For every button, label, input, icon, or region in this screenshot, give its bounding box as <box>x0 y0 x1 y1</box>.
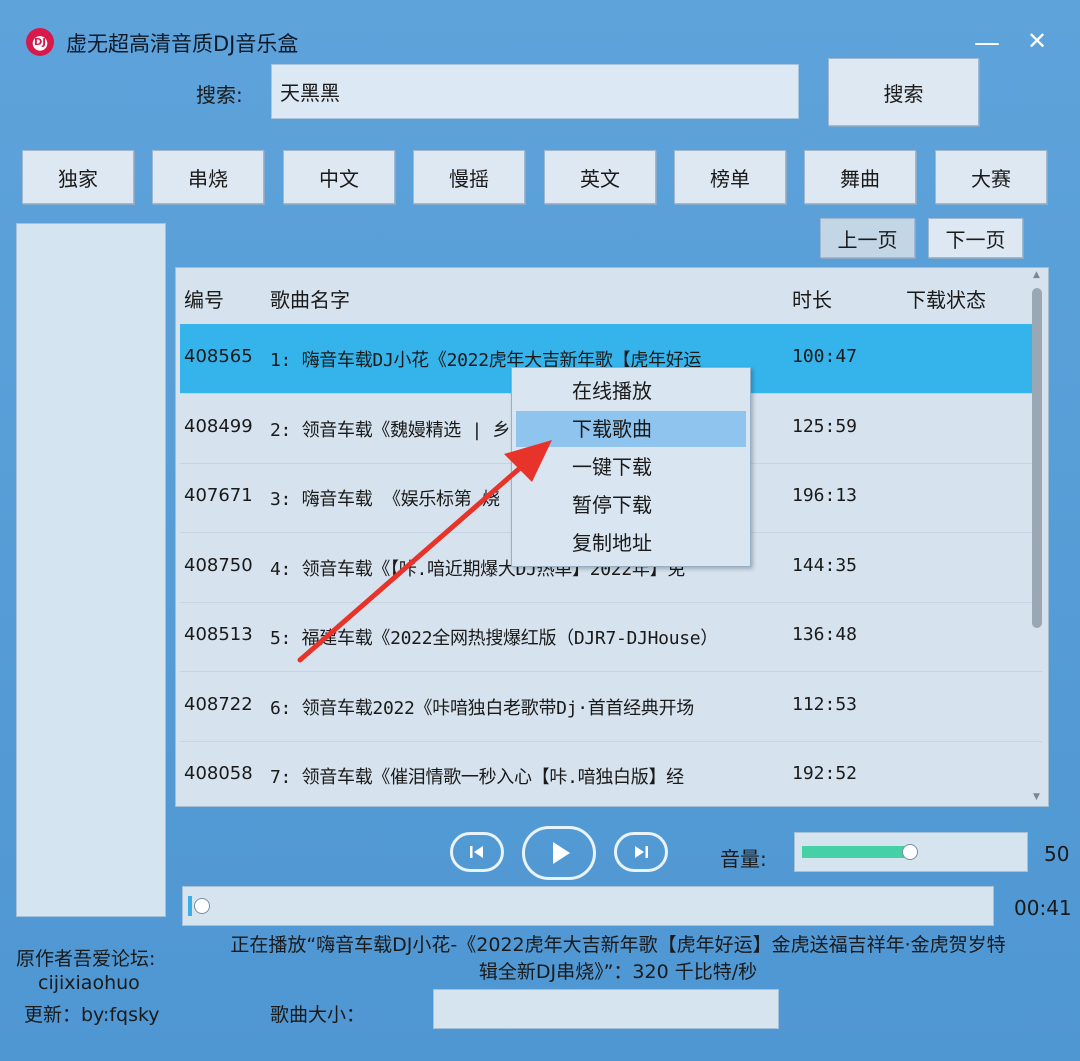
context-menu: 在线播放 下载歌曲 一键下载 暂停下载 复制地址 <box>511 367 751 567</box>
menu-item-play-online[interactable]: 在线播放 <box>516 373 746 409</box>
side-list-panel[interactable] <box>16 223 166 917</box>
row-id: 408722 <box>184 694 253 715</box>
search-label: 搜索: <box>196 83 243 107</box>
progress-fill <box>188 896 192 916</box>
volume-knob[interactable] <box>902 844 918 860</box>
next-track-button[interactable] <box>614 832 668 872</box>
category-button-dance[interactable]: 舞曲 <box>804 150 916 204</box>
table-row[interactable]: 408058 7: 领音车载《催泪情歌一秒入心【咔.喑独白版】经 192:52 <box>180 741 1042 806</box>
search-input[interactable] <box>271 64 799 119</box>
app-logo: DJ <box>26 28 54 56</box>
next-page-button[interactable]: 下一页 <box>928 218 1023 258</box>
row-name: 5: 福建车载《2022全网热搜爆红版（DJR7-DJHouse） <box>270 628 719 649</box>
category-button-chinese[interactable]: 中文 <box>283 150 395 204</box>
row-id: 408750 <box>184 555 253 576</box>
menu-item-copy-address[interactable]: 复制地址 <box>516 525 746 561</box>
header-duration[interactable]: 时长 <box>792 284 832 313</box>
volume-value: 50 <box>1044 842 1070 866</box>
elapsed-time: 00:41 <box>1014 896 1072 920</box>
window-title: 虚无超高清音质DJ音乐盒 <box>66 32 299 56</box>
category-button-charts[interactable]: 榜单 <box>674 150 786 204</box>
row-duration: 136:48 <box>792 624 858 645</box>
author-credit: 原作者吾爱论坛: <box>16 948 156 970</box>
row-id: 408499 <box>184 416 253 437</box>
row-id: 407671 <box>184 485 253 506</box>
menu-item-pause-download[interactable]: 暂停下载 <box>516 487 746 523</box>
header-status[interactable]: 下载状态 <box>906 284 986 313</box>
prev-page-button[interactable]: 上一页 <box>820 218 915 258</box>
now-playing-text: 正在播放“嗨音车载DJ小花-《2022虎年大吉新年歌【虎年好运】金虎送福吉祥年·… <box>168 932 1068 986</box>
volume-label: 音量: <box>720 847 767 871</box>
author-name: cijixiaohuo <box>38 972 140 994</box>
category-button-english[interactable]: 英文 <box>544 150 656 204</box>
now-playing-line-1: 正在播放“嗨音车载DJ小花-《2022虎年大吉新年歌【虎年好运】金虎送福吉祥年·… <box>230 934 1006 956</box>
menu-item-one-click-download[interactable]: 一键下载 <box>516 449 746 485</box>
minimize-button[interactable]: — <box>972 30 1002 56</box>
previous-track-button[interactable] <box>450 832 504 872</box>
progress-bar[interactable] <box>182 886 994 926</box>
scroll-up-icon[interactable]: ▲ <box>1033 270 1040 280</box>
category-button-contest[interactable]: 大赛 <box>935 150 1047 204</box>
close-button[interactable]: ✕ <box>1022 28 1052 54</box>
song-size-label: 歌曲大小： <box>270 1004 366 1026</box>
row-name: 7: 领音车载《催泪情歌一秒入心【咔.喑独白版】经 <box>270 767 684 788</box>
table-row[interactable]: 408722 6: 领音车载2022《咔喑独白老歌带Dj·首首经典开场 112:… <box>180 672 1042 742</box>
song-size-field <box>433 989 779 1029</box>
now-playing-line-2: 辑全新DJ串烧》”：320 千比特/秒 <box>478 961 758 983</box>
row-id: 408565 <box>184 346 253 367</box>
row-duration: 196:13 <box>792 485 858 506</box>
row-name: 6: 领音车载2022《咔喑独白老歌带Dj·首首经典开场 <box>270 698 694 719</box>
table-header: 编号 歌曲名字 时长 下载状态 <box>176 268 1038 324</box>
header-id[interactable]: 编号 <box>184 284 224 313</box>
row-duration: 144:35 <box>792 555 858 576</box>
table-scrollbar-thumb[interactable] <box>1032 288 1042 628</box>
row-duration: 125:59 <box>792 416 858 437</box>
menu-item-download-song[interactable]: 下载歌曲 <box>516 411 746 447</box>
skip-forward-icon <box>635 846 648 858</box>
category-button-slow-rock[interactable]: 慢摇 <box>413 150 525 204</box>
progress-knob[interactable] <box>194 898 210 914</box>
logo-text: DJ <box>33 36 47 48</box>
search-button[interactable]: 搜索 <box>828 58 979 126</box>
scroll-down-icon[interactable]: ▼ <box>1033 792 1040 802</box>
play-button[interactable] <box>522 826 596 880</box>
row-duration: 112:53 <box>792 694 858 715</box>
volume-fill <box>802 846 912 858</box>
update-credit: 更新：by:fqsky <box>24 1004 160 1026</box>
row-id: 408513 <box>184 624 253 645</box>
header-name[interactable]: 歌曲名字 <box>270 284 350 313</box>
skip-back-icon <box>470 846 483 858</box>
category-button-medley[interactable]: 串烧 <box>152 150 264 204</box>
row-duration: 100:47 <box>792 346 858 367</box>
category-button-exclusive[interactable]: 独家 <box>22 150 134 204</box>
row-duration: 192:52 <box>792 763 858 784</box>
row-id: 408058 <box>184 763 253 784</box>
play-icon <box>553 842 570 864</box>
table-row[interactable]: 408513 5: 福建车载《2022全网热搜爆红版（DJR7-DJHouse）… <box>180 602 1042 672</box>
